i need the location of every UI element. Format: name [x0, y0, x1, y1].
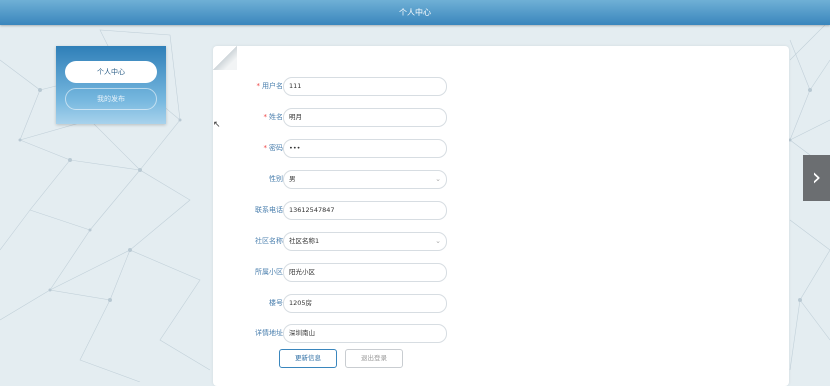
page-header: 个人中心: [0, 0, 830, 25]
username-label: * 用户名: [256, 82, 284, 90]
page-title: 个人中心: [399, 8, 431, 17]
username-input[interactable]: 111: [283, 77, 447, 96]
sidebar-item-profile[interactable]: 个人中心: [65, 61, 157, 83]
password-input[interactable]: •••: [283, 139, 447, 158]
required-mark: *: [256, 82, 261, 90]
form-row-building: 楼号 1205房: [213, 293, 513, 313]
building-label: 楼号: [269, 299, 283, 307]
name-label: * 姓名: [263, 113, 284, 121]
required-mark: *: [263, 144, 268, 152]
community-value: 社区名称1: [289, 237, 320, 245]
update-info-button[interactable]: 更新信息: [279, 349, 337, 368]
estate-input[interactable]: 阳光小区: [283, 263, 447, 282]
name-input[interactable]: 明月: [283, 108, 447, 127]
form-row-username: * 用户名 111: [213, 76, 513, 96]
logout-button[interactable]: 退出登录: [345, 349, 403, 368]
form-row-address: 详情地址 深圳南山: [213, 323, 513, 343]
community-select[interactable]: 社区名称1 ⌄: [283, 232, 447, 251]
form-row-gender: 性别 男 ⌄: [213, 169, 513, 189]
gender-select[interactable]: 男 ⌄: [283, 170, 447, 189]
chevron-right-icon[interactable]: ›: [803, 155, 830, 201]
form-row-phone: 联系电话 13612547847: [213, 200, 513, 220]
building-input[interactable]: 1205房: [283, 294, 447, 313]
address-input[interactable]: 深圳南山: [283, 324, 447, 343]
gender-value: 男: [289, 175, 296, 183]
form-row-password: * 密码 •••: [213, 138, 513, 158]
mouse-cursor-icon: ↖: [213, 120, 221, 130]
form-row-community: 社区名称 社区名称1 ⌄: [213, 231, 513, 251]
chevron-down-icon: ⌄: [435, 237, 441, 245]
form-row-estate: 所属小区 阳光小区: [213, 262, 513, 282]
phone-label: 联系电话: [255, 206, 283, 214]
address-label: 详情地址: [255, 329, 283, 337]
required-mark: *: [263, 113, 268, 121]
community-label: 社区名称: [255, 237, 283, 245]
password-label: * 密码: [263, 144, 284, 152]
page-fold-corner: [213, 46, 237, 70]
sidebar: 个人中心 我的发布: [56, 46, 166, 124]
form-row-name: * 姓名 明月: [213, 107, 513, 127]
phone-input[interactable]: 13612547847: [283, 201, 447, 220]
gender-label: 性别: [269, 175, 283, 183]
chevron-down-icon: ⌄: [435, 175, 441, 183]
sidebar-item-my-posts[interactable]: 我的发布: [65, 88, 157, 110]
estate-label: 所属小区: [255, 268, 283, 276]
